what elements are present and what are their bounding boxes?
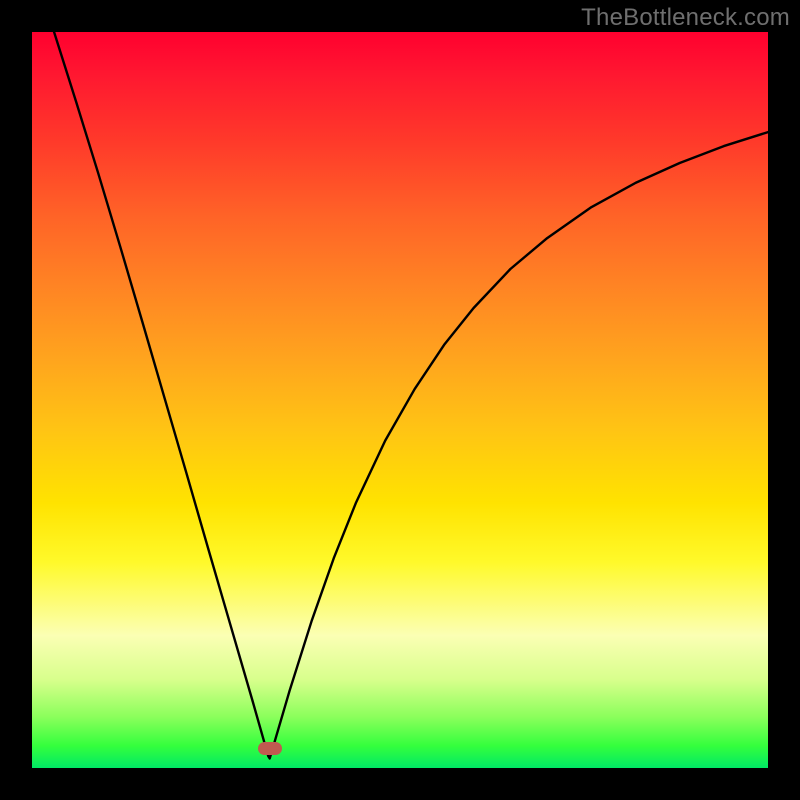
plot-area (32, 32, 768, 768)
nadir-marker (258, 742, 282, 755)
watermark-text: TheBottleneck.com (581, 4, 790, 32)
bottleneck-curve (32, 32, 768, 768)
chart-frame: TheBottleneck.com (0, 0, 800, 800)
curve-path (54, 32, 768, 758)
